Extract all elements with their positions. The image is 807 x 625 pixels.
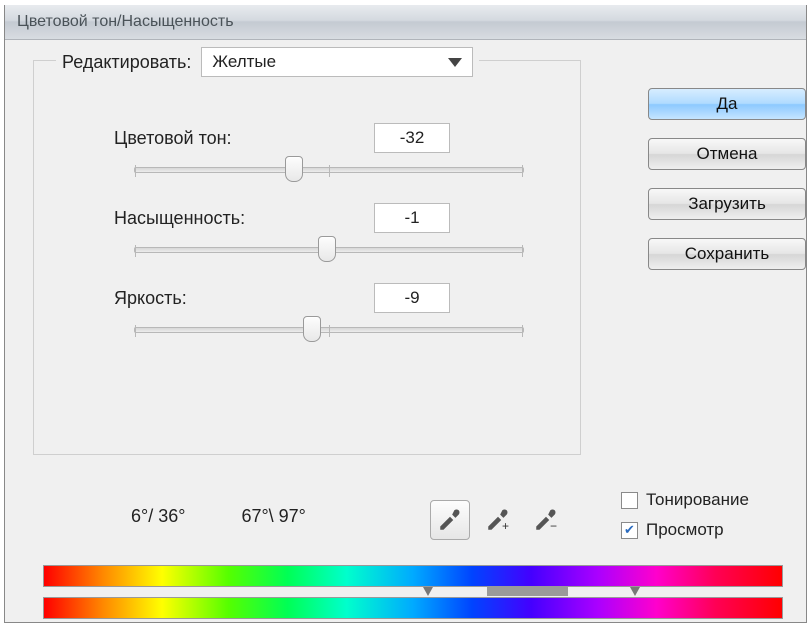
spectrum-top: [43, 565, 783, 587]
hue-input[interactable]: [374, 123, 450, 153]
saturation-slider[interactable]: [134, 247, 524, 253]
saturation-input[interactable]: [374, 203, 450, 233]
lightness-slider[interactable]: [134, 327, 524, 333]
edit-dropdown-value: Желтые: [212, 52, 276, 72]
load-button[interactable]: Загрузить: [648, 188, 806, 220]
spectrum-bottom: [43, 597, 783, 619]
range-left: 6°/ 36°: [131, 506, 185, 527]
lightness-label: Яркость:: [54, 288, 284, 309]
hue-label: Цветовой тон:: [54, 128, 284, 149]
range-marker-start-falloff[interactable]: [423, 587, 433, 596]
button-column: Да Отмена Загрузить Сохранить: [648, 88, 806, 270]
window-title: Цветовой тон/Насыщенность: [17, 13, 234, 31]
eyedropper-plus-button[interactable]: +: [478, 500, 518, 540]
client-area: Редактировать: Желтые Цветовой тон:: [5, 40, 806, 622]
preview-checkbox[interactable]: ✔: [621, 522, 638, 539]
edit-legend: Редактировать:: [62, 52, 191, 73]
eyedropper-button[interactable]: [430, 500, 470, 540]
save-button[interactable]: Сохранить: [648, 238, 806, 270]
range-marker-end-falloff[interactable]: [630, 587, 640, 596]
eyedropper-row: + −: [430, 500, 566, 540]
edit-dropdown[interactable]: Желтые: [201, 47, 473, 77]
edit-fieldset: Редактировать: Желтые Цветовой тон:: [33, 60, 581, 455]
cancel-button[interactable]: Отмена: [648, 138, 806, 170]
colorize-checkbox[interactable]: [621, 492, 638, 509]
colorize-label: Тонирование: [646, 490, 749, 510]
checkboxes: Тонирование ✔ Просмотр: [621, 490, 749, 540]
edit-legend-row: Редактировать: Желтые: [56, 47, 479, 77]
ok-button[interactable]: Да: [648, 88, 806, 120]
spectrum-area: [43, 565, 783, 619]
range-right: 67°\ 97°: [241, 506, 305, 527]
range-readout: 6°/ 36° 67°\ 97°: [131, 506, 306, 527]
chevron-down-icon: [448, 58, 462, 67]
titlebar: Цветовой тон/Насыщенность: [5, 5, 806, 40]
preview-label: Просмотр: [646, 520, 724, 540]
eyedropper-icon: [437, 507, 463, 533]
range-band[interactable]: [487, 587, 568, 596]
lightness-slider-thumb[interactable]: [303, 316, 321, 342]
hue-slider[interactable]: [134, 167, 524, 173]
eyedropper-minus-button[interactable]: −: [526, 500, 566, 540]
plus-icon: +: [502, 519, 509, 533]
spectrum-markers: [43, 587, 783, 597]
lightness-input[interactable]: [374, 283, 450, 313]
saturation-label: Насыщенность:: [54, 208, 284, 229]
saturation-slider-thumb[interactable]: [318, 236, 336, 262]
dialog-window: Цветовой тон/Насыщенность Редактировать:…: [4, 5, 807, 623]
hue-slider-thumb[interactable]: [285, 156, 303, 182]
minus-icon: −: [550, 519, 557, 533]
